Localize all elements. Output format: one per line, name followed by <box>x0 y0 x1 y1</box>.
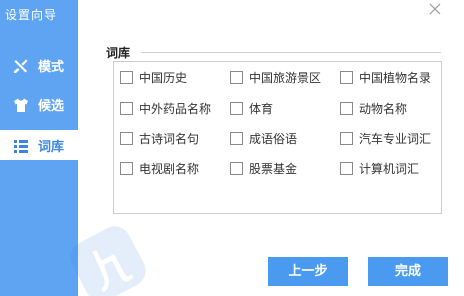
option-label: 中国旅游景区 <box>249 71 322 85</box>
option-label: 计算机词汇 <box>359 162 420 176</box>
sidebar-item-candidates[interactable]: 候选 <box>0 89 78 119</box>
app-title: 设置向导 <box>5 8 58 22</box>
option-label: 中国植物名录 <box>359 71 432 85</box>
checkbox[interactable] <box>230 102 243 115</box>
list-icon <box>14 140 28 153</box>
sidebar-item-lexicon[interactable]: 词库 <box>0 130 78 160</box>
option-label: 体育 <box>249 102 274 116</box>
checkbox[interactable] <box>340 132 353 145</box>
checkbox[interactable] <box>120 102 133 115</box>
checkbox[interactable] <box>120 162 133 175</box>
checkbox[interactable] <box>230 71 243 84</box>
option-label: 汽车专业词汇 <box>359 132 432 146</box>
checkbox[interactable] <box>230 162 243 175</box>
option-label: 中国历史 <box>139 71 188 85</box>
option-label: 中外药品名称 <box>139 102 212 116</box>
sidebar-item-mode[interactable]: 模式 <box>0 50 78 80</box>
tools-icon <box>14 59 28 73</box>
option-label: 动物名称 <box>359 102 408 116</box>
section-divider <box>141 52 441 53</box>
checkbox[interactable] <box>340 162 353 175</box>
option-label: 电视剧名称 <box>139 162 200 176</box>
checkbox[interactable] <box>120 71 133 84</box>
section-title: 词库 <box>106 46 131 60</box>
checkbox[interactable] <box>340 102 353 115</box>
checkbox[interactable] <box>120 132 133 145</box>
close-icon[interactable] <box>426 0 444 18</box>
sidebar-item-label: 候选 <box>38 99 65 114</box>
previous-step-button[interactable]: 上一步 <box>268 257 348 286</box>
checkbox[interactable] <box>340 71 353 84</box>
sidebar-item-label: 模式 <box>38 60 65 75</box>
brand-watermark-icon <box>70 226 146 296</box>
shirt-icon <box>14 98 28 112</box>
option-label: 股票基金 <box>249 162 298 176</box>
option-label: 古诗词名句 <box>139 132 200 146</box>
option-label: 成语俗语 <box>249 132 298 146</box>
sidebar-item-label: 词库 <box>38 140 65 155</box>
checkbox[interactable] <box>230 132 243 145</box>
finish-button[interactable]: 完成 <box>368 257 448 286</box>
